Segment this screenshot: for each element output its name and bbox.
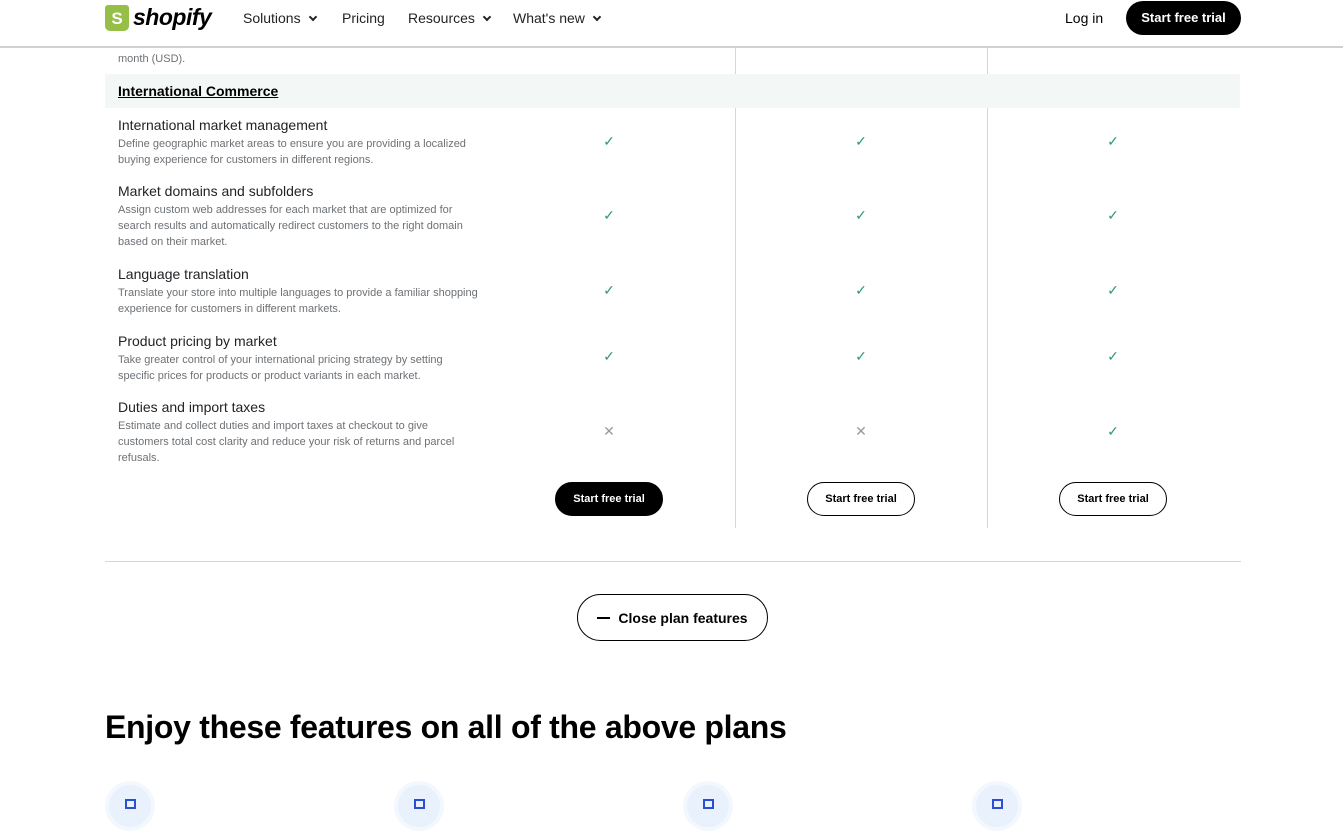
feature-icon	[683, 781, 733, 831]
feature-icon	[394, 781, 444, 831]
check-icon: ✓	[603, 282, 615, 298]
column-divider	[987, 48, 988, 528]
feature-title: Language translation	[118, 266, 249, 282]
feature-description: Assign custom web addresses for each mar…	[118, 204, 463, 248]
nav-pricing[interactable]: Pricing	[342, 10, 385, 26]
nav-whats-new[interactable]: What's new	[513, 10, 602, 26]
column-divider	[735, 48, 736, 528]
feature-row: Duties and import taxes Estimate and coll…	[118, 399, 478, 466]
cross-icon: ✕	[603, 423, 615, 439]
feature-icon	[972, 781, 1022, 831]
check-icon: ✓	[603, 133, 615, 149]
divider	[105, 561, 1241, 562]
check-icon: ✓	[1107, 348, 1119, 364]
close-plan-features-button[interactable]: Close plan features	[577, 594, 768, 641]
feature-description: Estimate and collect duties and import t…	[118, 420, 455, 464]
check-icon: ✓	[1107, 282, 1119, 298]
chevron-down-icon	[592, 12, 602, 22]
feature-row: Language translation Translate your store…	[118, 266, 478, 317]
plan-3-trial-button[interactable]: Start free trial	[1059, 482, 1167, 516]
feature-title: Duties and import taxes	[118, 399, 266, 415]
nav-solutions[interactable]: Solutions	[243, 10, 317, 26]
check-icon: ✓	[1107, 133, 1119, 149]
section-header: International Commerce	[105, 74, 1240, 108]
feature-description: Translate your store into multiple langu…	[118, 287, 478, 315]
start-free-trial-button[interactable]: Start free trial	[1126, 1, 1241, 35]
cross-icon: ✕	[855, 423, 867, 439]
feature-title: International market management	[118, 117, 328, 133]
features-heading: Enjoy these features on all of the above…	[105, 709, 787, 745]
check-icon: ✓	[855, 207, 867, 223]
feature-row: Product pricing by market Take greater co…	[118, 333, 478, 384]
nav-resources[interactable]: Resources	[408, 10, 492, 26]
feature-description: Define geographic market areas to ensure…	[118, 138, 466, 166]
check-icon: ✓	[1107, 423, 1119, 439]
top-nav: Sshopify Solutions Pricing Resources Wha…	[0, 0, 1343, 48]
check-icon: ✓	[603, 207, 615, 223]
check-icon: ✓	[603, 348, 615, 364]
chevron-down-icon	[308, 12, 317, 22]
check-icon: ✓	[855, 348, 867, 364]
plan-1-trial-button[interactable]: Start free trial	[555, 482, 663, 516]
check-icon: ✓	[1107, 207, 1119, 223]
login-link[interactable]: Log in	[1065, 10, 1103, 26]
feature-description: Take greater control of your internation…	[118, 354, 443, 382]
check-icon: ✓	[855, 282, 867, 298]
feature-row: International market management Define ge…	[118, 117, 478, 168]
feature-row: Market domains and subfolders Assign cust…	[118, 183, 478, 250]
feature-title: Product pricing by market	[118, 333, 277, 349]
shopify-logo[interactable]: Sshopify	[105, 4, 212, 31]
previous-note: month (USD).	[118, 53, 186, 65]
section-title[interactable]: International Commerce	[118, 83, 278, 99]
minus-icon	[597, 616, 611, 619]
chevron-down-icon	[482, 12, 492, 22]
plan-2-trial-button[interactable]: Start free trial	[807, 482, 915, 516]
feature-title: Market domains and subfolders	[118, 183, 314, 199]
check-icon: ✓	[855, 133, 867, 149]
shopping-bag-icon: S	[105, 4, 129, 31]
feature-icon	[105, 781, 155, 831]
